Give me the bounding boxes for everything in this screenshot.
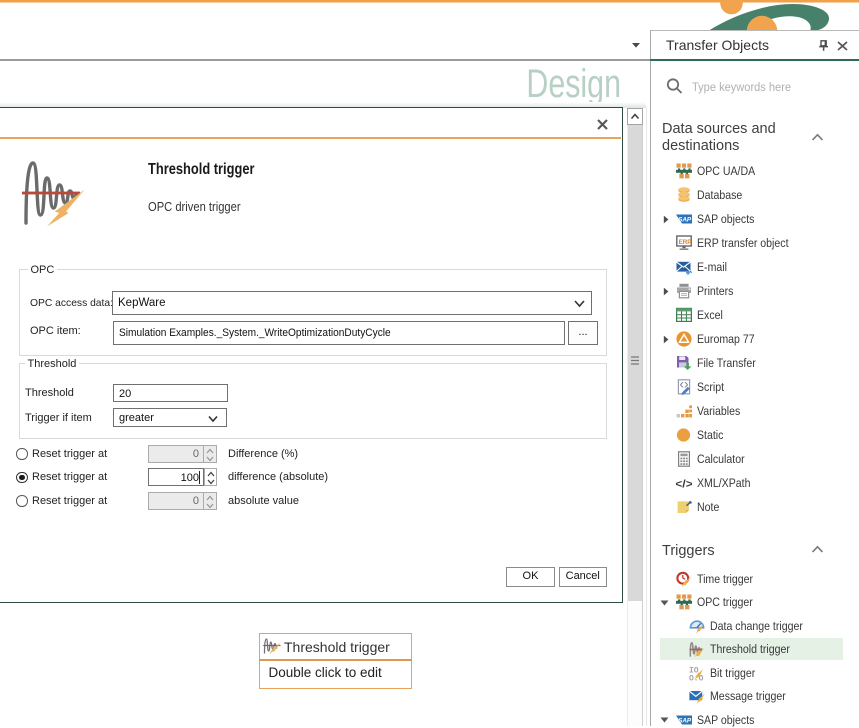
svg-text:SAP: SAP — [678, 216, 692, 223]
svg-text:ERP: ERP — [679, 239, 692, 246]
svg-text:SAP: SAP — [678, 717, 692, 724]
svg-text:</>: </> — [676, 479, 692, 491]
